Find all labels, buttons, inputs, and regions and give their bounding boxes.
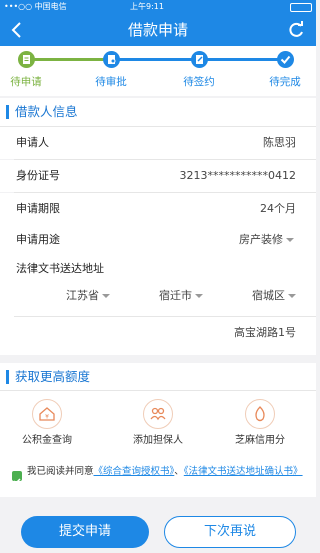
nav-bar: 借款申请 — [0, 14, 316, 46]
step-2-icon — [103, 51, 120, 68]
guarantor-icon — [143, 399, 173, 429]
district-value: 宿城区 — [252, 289, 285, 302]
term-row[interactable]: 申请期限 24个月 — [0, 193, 316, 225]
step-1-icon — [18, 51, 35, 68]
house-fund-query-button[interactable]: ¥ 公积金查询 — [2, 399, 92, 447]
province-select[interactable]: 江苏省 — [66, 289, 110, 303]
id-number-label: 身份证号 — [16, 169, 60, 182]
city-select[interactable]: 宿迁市 — [159, 289, 203, 303]
district-select[interactable]: 宿城区 — [252, 289, 296, 303]
carrier-label: •••○○ 中国电信 — [4, 2, 67, 11]
quota-feature-list: ¥ 公积金查询 添加担保人 芝麻信用分 — [0, 391, 316, 457]
step-3-label: 待签约 — [183, 76, 215, 88]
step-connector — [27, 58, 111, 61]
query-authorization-link[interactable]: 《综合查询授权书》 — [94, 466, 175, 477]
feature-label: 公积金查询 — [22, 435, 72, 446]
term-value[interactable]: 24个月 — [260, 202, 296, 216]
status-bar: •••○○ 中国电信 上午9:11 — [0, 0, 316, 14]
feature-label: 添加担保人 — [133, 435, 183, 446]
purpose-label: 申请用途 — [16, 233, 60, 246]
divider — [14, 316, 316, 317]
battery-icon — [290, 3, 312, 12]
submit-button[interactable]: 提交申请 — [21, 516, 149, 548]
step-3-icon — [191, 51, 208, 68]
applicant-row: 申请人 陈思羽 — [0, 127, 316, 159]
borrower-section-title: 借款人信息 — [15, 104, 78, 119]
step-4-icon — [277, 51, 294, 68]
chevron-down-icon — [286, 238, 294, 242]
purpose-row[interactable]: 申请用途 房产装修 — [0, 224, 316, 256]
quota-section-title: 获取更高额度 — [15, 369, 91, 384]
feature-label: 芝麻信用分 — [235, 435, 285, 446]
address-label: 法律文书送达地址 — [16, 262, 104, 275]
sesame-credit-button[interactable]: 芝麻信用分 — [215, 399, 305, 447]
refresh-icon[interactable] — [286, 20, 306, 40]
agreement-checkbox[interactable] — [12, 471, 22, 485]
term-label: 申请期限 — [16, 202, 60, 215]
step-4-label: 待完成 — [269, 76, 301, 88]
step-2-label: 待审批 — [95, 76, 127, 88]
chevron-down-icon — [102, 294, 110, 298]
section-accent-bar — [6, 105, 9, 119]
province-value: 江苏省 — [66, 289, 99, 302]
quota-section-header: 获取更高额度 — [0, 363, 316, 391]
add-guarantor-button[interactable]: 添加担保人 — [113, 399, 203, 447]
sesame-credit-icon — [245, 399, 275, 429]
city-value: 宿迁市 — [159, 289, 192, 302]
id-number-value: 3213***********0412 — [179, 169, 297, 182]
agreement-row: 我已阅读并同意《综合查询授权书》、《法律文书送达地址确认书》 — [0, 457, 316, 497]
agreement-prefix: 我已阅读并同意 — [27, 466, 94, 477]
address-block: 法律文书送达地址 江苏省 宿迁市 宿城区 高宝湖路1号 — [0, 255, 316, 355]
chevron-down-icon — [195, 294, 203, 298]
house-fund-icon: ¥ — [32, 399, 62, 429]
progress-steps: 待申请 待审批 待签约 待完成 — [0, 46, 316, 96]
agreement-text: 我已阅读并同意《综合查询授权书》、《法律文书送达地址确认书》 — [27, 464, 307, 480]
later-button[interactable]: 下次再说 — [164, 516, 296, 548]
chevron-down-icon — [288, 294, 296, 298]
svg-text:¥: ¥ — [45, 414, 49, 421]
purpose-value: 房产装修 — [239, 233, 283, 246]
street-address-field[interactable]: 高宝湖路1号 — [234, 326, 296, 340]
address-confirmation-link[interactable]: 《法律文书送达地址确认书》 — [184, 466, 303, 477]
borrower-section-header: 借款人信息 — [0, 98, 316, 126]
applicant-value: 陈思羽 — [263, 136, 296, 149]
applicant-label: 申请人 — [16, 136, 49, 149]
purpose-select[interactable]: 房产装修 — [239, 233, 294, 247]
id-number-row: 身份证号 3213***********0412 — [0, 160, 316, 192]
agreement-separator: 、 — [174, 466, 184, 477]
section-accent-bar — [6, 370, 9, 384]
page-title: 借款申请 — [127, 21, 188, 39]
status-time: 上午9:11 — [130, 2, 164, 11]
step-1-label: 待申请 — [10, 76, 42, 88]
